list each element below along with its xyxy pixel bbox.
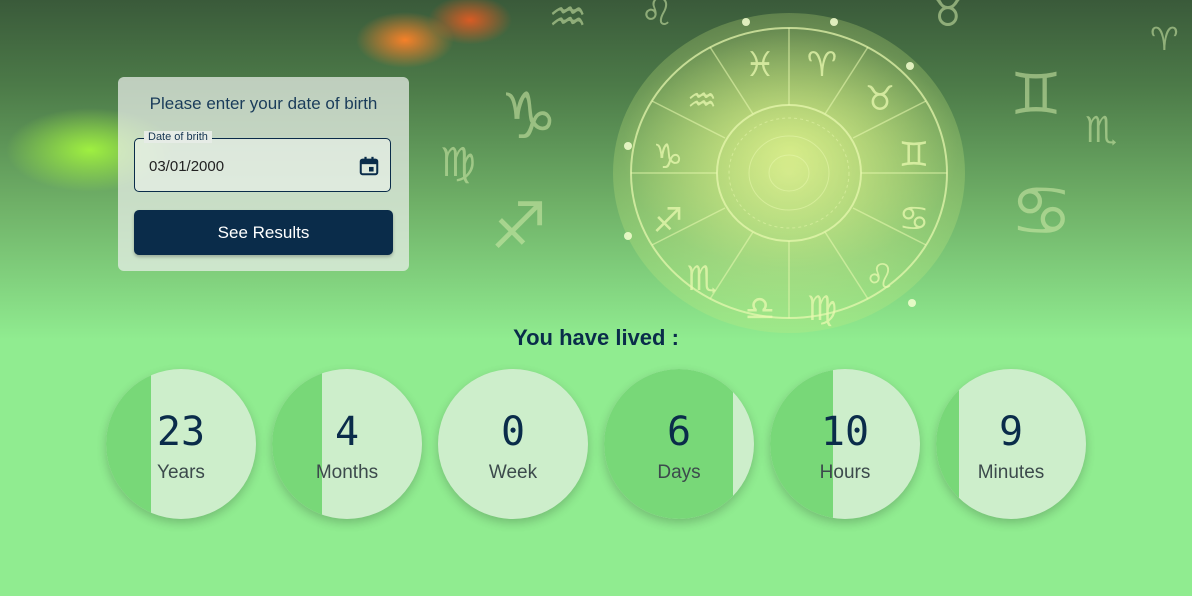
results-heading: You have lived : xyxy=(513,325,679,350)
svg-text:♏: ♏ xyxy=(687,259,717,299)
week-circle: 0 Week xyxy=(438,369,588,519)
aries-icon: ♈ xyxy=(1150,20,1179,58)
svg-text:♒: ♒ xyxy=(687,81,717,121)
aquarius-icon: ♒ xyxy=(548,0,588,43)
svg-text:♌: ♌ xyxy=(865,257,895,297)
scorpio-icon: ♏ xyxy=(1085,110,1118,151)
svg-text:♋: ♋ xyxy=(899,199,929,239)
zodiac-wheel-icon: ♓ ♈ ♉ ♊ ♋ ♌ ♍ ♎ ♏ ♐ ♑ ♒ xyxy=(613,13,965,333)
sagittarius-icon: ♐ xyxy=(490,190,548,264)
years-value: 23 xyxy=(156,409,206,455)
svg-text:♈: ♈ xyxy=(807,45,837,85)
hours-label: Hours xyxy=(819,462,871,483)
hours-circle: 10 Hours xyxy=(770,369,920,519)
date-of-birth-form: Please enter your date of birth Date of … xyxy=(118,77,409,271)
date-of-birth-field[interactable]: Date of brith 03/01/2000 xyxy=(134,131,391,192)
svg-text:♑: ♑ xyxy=(653,137,683,177)
cancer-icon: ♋ xyxy=(1010,170,1073,252)
days-value: 6 xyxy=(666,409,692,455)
minutes-label: Minutes xyxy=(977,462,1045,483)
svg-text:♍: ♍ xyxy=(807,289,837,329)
days-circle: 6 Days xyxy=(604,369,754,519)
svg-text:♎: ♎ xyxy=(745,289,775,329)
week-label: Week xyxy=(488,462,538,483)
calendar-icon[interactable] xyxy=(358,155,380,177)
virgo-icon: ♍ xyxy=(440,140,476,186)
week-value: 0 xyxy=(500,409,526,455)
svg-text:♉: ♉ xyxy=(865,79,895,119)
years-circle: 23 Years xyxy=(106,369,256,519)
months-label: Months xyxy=(315,462,379,483)
minutes-circle: 9 Minutes xyxy=(936,369,1086,519)
minutes-value: 9 xyxy=(998,409,1024,455)
months-circle: 4 Months xyxy=(272,369,422,519)
capricorn-icon: ♑ xyxy=(500,80,558,154)
see-results-button[interactable]: See Results xyxy=(134,210,393,255)
svg-text:♊: ♊ xyxy=(899,135,929,175)
svg-text:♐: ♐ xyxy=(653,201,683,241)
gemini-icon: ♊ xyxy=(1010,60,1062,128)
date-of-birth-label: Date of brith xyxy=(144,131,212,143)
months-value: 4 xyxy=(334,409,360,455)
days-label: Days xyxy=(657,462,701,483)
hours-value: 10 xyxy=(820,409,870,455)
svg-text:♓: ♓ xyxy=(745,45,775,85)
date-of-birth-value[interactable]: 03/01/2000 xyxy=(149,158,224,175)
form-prompt: Please enter your date of birth xyxy=(149,94,378,113)
years-label: Years xyxy=(157,462,205,483)
